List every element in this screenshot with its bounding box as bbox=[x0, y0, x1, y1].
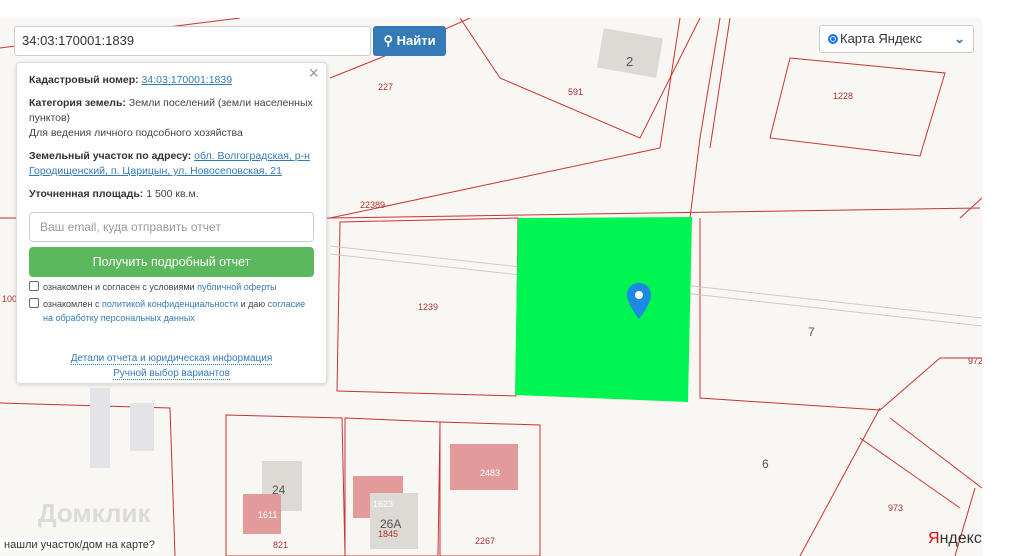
get-report-button[interactable]: Получить подробный отчет bbox=[29, 247, 314, 277]
find-button[interactable]: ⚲ Найти bbox=[373, 26, 446, 56]
map-label: 1623 bbox=[373, 499, 393, 509]
map-label: 821 bbox=[273, 540, 288, 550]
map-label: 973 bbox=[888, 503, 903, 513]
map-label: 1611 bbox=[258, 510, 277, 520]
map-label: 972 bbox=[968, 356, 982, 366]
domclick-watermark: Домклик bbox=[38, 498, 151, 528]
offer-link[interactable]: публичной оферты bbox=[197, 282, 277, 292]
details-link[interactable]: Детали отчета и юридическая информация bbox=[70, 353, 273, 365]
map-layer-select[interactable]: Карта Яндекс ⌄ bbox=[819, 25, 974, 53]
map-label: 2483 bbox=[480, 468, 500, 478]
map-label: 2267 bbox=[475, 536, 495, 546]
manual-select-link[interactable]: Ручной выбор вариантов bbox=[113, 368, 230, 380]
map-label: 24 bbox=[272, 483, 286, 497]
map-label: 1845 bbox=[378, 529, 398, 539]
offer-checkbox[interactable] bbox=[29, 281, 39, 291]
privacy-link[interactable]: политикой конфиденциальности bbox=[102, 299, 238, 309]
map-label: 227 bbox=[378, 82, 393, 92]
map-label: 6 bbox=[762, 457, 769, 471]
chevron-down-icon: ⌄ bbox=[954, 31, 965, 46]
cadastral-number-link[interactable]: 34:03:170001:1839 bbox=[142, 74, 233, 86]
privacy-checkbox[interactable] bbox=[29, 298, 39, 308]
close-icon[interactable]: × bbox=[308, 64, 319, 82]
map-label: 1228 bbox=[833, 91, 853, 101]
map-label: 7 bbox=[808, 325, 815, 339]
radio-icon bbox=[828, 34, 838, 44]
plot-info-panel: × Кадастровый номер: 34:03:170001:1839 К… bbox=[16, 62, 327, 384]
map-label: 100 bbox=[2, 294, 17, 304]
email-input[interactable]: Ваш email, куда отправить отчет bbox=[29, 212, 314, 242]
yandex-logo: Яндекс bbox=[928, 530, 982, 547]
map-pin-icon[interactable] bbox=[627, 283, 651, 319]
map-label: 591 bbox=[568, 87, 583, 97]
map-label: 22389 bbox=[360, 200, 385, 210]
search-icon: ⚲ bbox=[383, 33, 393, 48]
map-label: 1239 bbox=[418, 302, 438, 312]
map-label: 2 bbox=[626, 54, 633, 69]
not-found-prompt[interactable]: нашли участок/дом на карте? bbox=[0, 538, 159, 552]
cadastral-search-input[interactable]: 34:03:170001:1839 bbox=[14, 26, 371, 56]
